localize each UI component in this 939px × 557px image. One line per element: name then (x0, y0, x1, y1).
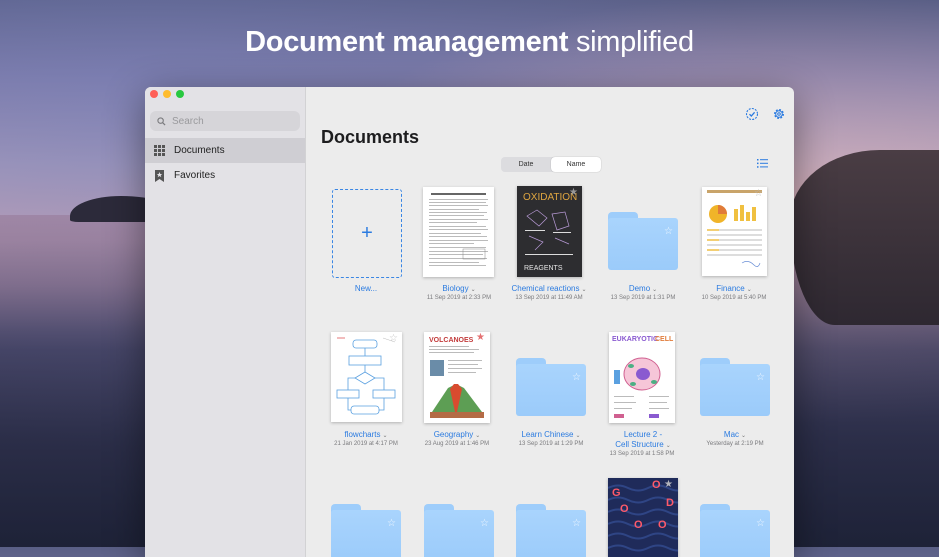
new-document-button[interactable]: + (332, 189, 402, 278)
chevron-down-icon: ⌄ (382, 433, 388, 439)
pattern-letter: O (620, 503, 629, 515)
new-document-label[interactable]: New... (316, 284, 416, 294)
text-page-preview (429, 193, 488, 266)
folder-name-learn-chinese[interactable]: Learn Chinese ⌄ (501, 430, 601, 441)
folder-icon[interactable]: ☆ (608, 212, 678, 270)
favorite-star-icon[interactable]: ☆ (572, 518, 581, 529)
folder-name-mac[interactable]: Mac ⌄ (685, 430, 785, 441)
page-title: Documents (321, 127, 420, 147)
sidebar-item-label: Documents (174, 145, 225, 156)
chevron-down-icon: ⌄ (575, 433, 581, 439)
chevron-down-icon: ⌄ (652, 287, 658, 293)
sort-date-option[interactable]: Date (501, 157, 551, 172)
folder-icon[interactable]: ☆ (700, 504, 770, 557)
favorite-star-icon[interactable]: ☆ (572, 372, 581, 383)
app-window: Documents Favorites Documents Date Na (145, 87, 794, 557)
sidebar-item-favorites[interactable]: Favorites (145, 163, 305, 188)
eukaryotic-text: EUKARYOTIC (612, 336, 658, 343)
folder-icon[interactable]: ☆ (700, 358, 770, 416)
chevron-down-icon: ⌄ (741, 433, 747, 439)
headline-strong: Document management (245, 26, 569, 58)
folder-icon[interactable]: ☆ (424, 504, 494, 557)
plus-icon: + (361, 222, 373, 244)
marketing-headline: Document management simplified (0, 26, 939, 59)
grid-icon (153, 145, 165, 157)
chevron-down-icon: ⌄ (475, 433, 481, 439)
chevron-down-icon: ⌄ (470, 287, 476, 293)
favorite-star-icon[interactable]: ☆ (664, 226, 673, 237)
document-date: 13 Sep 2019 at 1:58 PM (609, 451, 675, 457)
folder-icon[interactable]: ☆ (516, 504, 586, 557)
finance-sheet-preview (707, 190, 762, 267)
pattern-letter: O (634, 519, 643, 531)
cell-diagram-preview: EUKARYOTIC CELL (612, 336, 674, 418)
sort-name-option[interactable]: Name (551, 157, 601, 172)
folder-icon[interactable]: ☆ (516, 358, 586, 416)
minimize-window-button[interactable] (163, 90, 171, 98)
document-thumbnail-flowcharts[interactable]: ☆ (331, 332, 402, 422)
chalkboard-preview: OXIDATION REAGENTS (517, 186, 582, 277)
favorite-star-icon[interactable]: ☆ (480, 518, 489, 529)
search-input[interactable] (170, 114, 294, 128)
favorite-star-icon[interactable]: ☆ (389, 333, 398, 344)
sort-segmented-control: Date Name (501, 157, 601, 172)
bookmark-star-icon (153, 169, 165, 182)
document-name-chemical-reactions[interactable]: Chemical reactions ⌄ (499, 284, 599, 295)
favorite-star-icon[interactable]: ☆ (756, 372, 765, 383)
pattern-letter: G (612, 487, 621, 499)
chevron-down-icon: ⌄ (746, 287, 752, 293)
favorite-star-icon[interactable]: ★ (664, 479, 673, 490)
chevron-down-icon: ⌄ (665, 443, 671, 449)
main-content: Documents Date Name + New... Biology ⌄ 1… (306, 87, 794, 557)
search-field[interactable] (150, 111, 300, 131)
folder-name-demo[interactable]: Demo ⌄ (593, 284, 693, 295)
document-thumbnail-finance[interactable]: ☆ (702, 187, 767, 276)
close-window-button[interactable] (150, 90, 158, 98)
document-name-geography[interactable]: Geography ⌄ (407, 430, 507, 441)
document-name-flowcharts[interactable]: flowcharts ⌄ (316, 430, 416, 441)
folder-icon[interactable]: ☆ (331, 504, 401, 557)
document-thumbnail-chemical-reactions[interactable]: OXIDATION REAGENTS ★ (517, 186, 582, 277)
wallpaper-cliff (790, 150, 939, 325)
pattern-letter: D (666, 497, 674, 509)
folder-date: Yesterday at 2:19 PM (706, 441, 764, 447)
favorite-star-icon[interactable]: ☆ (754, 188, 763, 199)
search-icon (157, 116, 166, 126)
document-date: 10 Sep 2019 at 5:40 PM (701, 295, 767, 301)
document-name-finance[interactable]: Finance ⌄ (684, 284, 784, 295)
pattern-letter: O (652, 479, 661, 491)
document-thumbnail-pattern[interactable]: G O O D O O ★ (608, 478, 678, 557)
volcanoes-text: VOLCANOES (429, 337, 474, 344)
select-check-icon[interactable] (745, 107, 759, 121)
favorite-star-icon[interactable]: ☆ (756, 518, 765, 529)
list-view-icon[interactable] (757, 159, 768, 168)
chevron-down-icon: ⌄ (581, 287, 587, 293)
pattern-letter: O (658, 519, 667, 531)
favorite-star-icon[interactable]: ★ (476, 332, 485, 343)
headline-light: simplified (575, 26, 694, 58)
sidebar-item-label: Favorites (174, 170, 216, 181)
sidebar: Documents Favorites (145, 87, 306, 557)
document-thumbnail-geography[interactable]: VOLCANOES ★ (424, 332, 490, 423)
document-thumbnail-biology[interactable] (423, 187, 494, 277)
settings-gear-icon[interactable] (772, 107, 786, 121)
flowchart-preview (336, 337, 396, 415)
volcano-preview: VOLCANOES (429, 337, 484, 418)
reagents-text: REAGENTS (524, 265, 563, 272)
sidebar-item-documents[interactable]: Documents (145, 138, 305, 163)
favorite-star-icon[interactable]: ☆ (387, 518, 396, 529)
favorite-star-icon[interactable]: ★ (569, 187, 578, 198)
document-thumbnail-lecture-2[interactable]: EUKARYOTIC CELL (609, 332, 675, 423)
zoom-window-button[interactable] (176, 90, 184, 98)
document-name-lecture-2[interactable]: Lecture 2 - Cell Structure ⌄ (593, 430, 693, 451)
folder-date: 13 Sep 2019 at 1:29 PM (518, 441, 584, 447)
document-name-biology[interactable]: Biology ⌄ (409, 284, 509, 295)
cell-text: CELL (655, 336, 674, 343)
